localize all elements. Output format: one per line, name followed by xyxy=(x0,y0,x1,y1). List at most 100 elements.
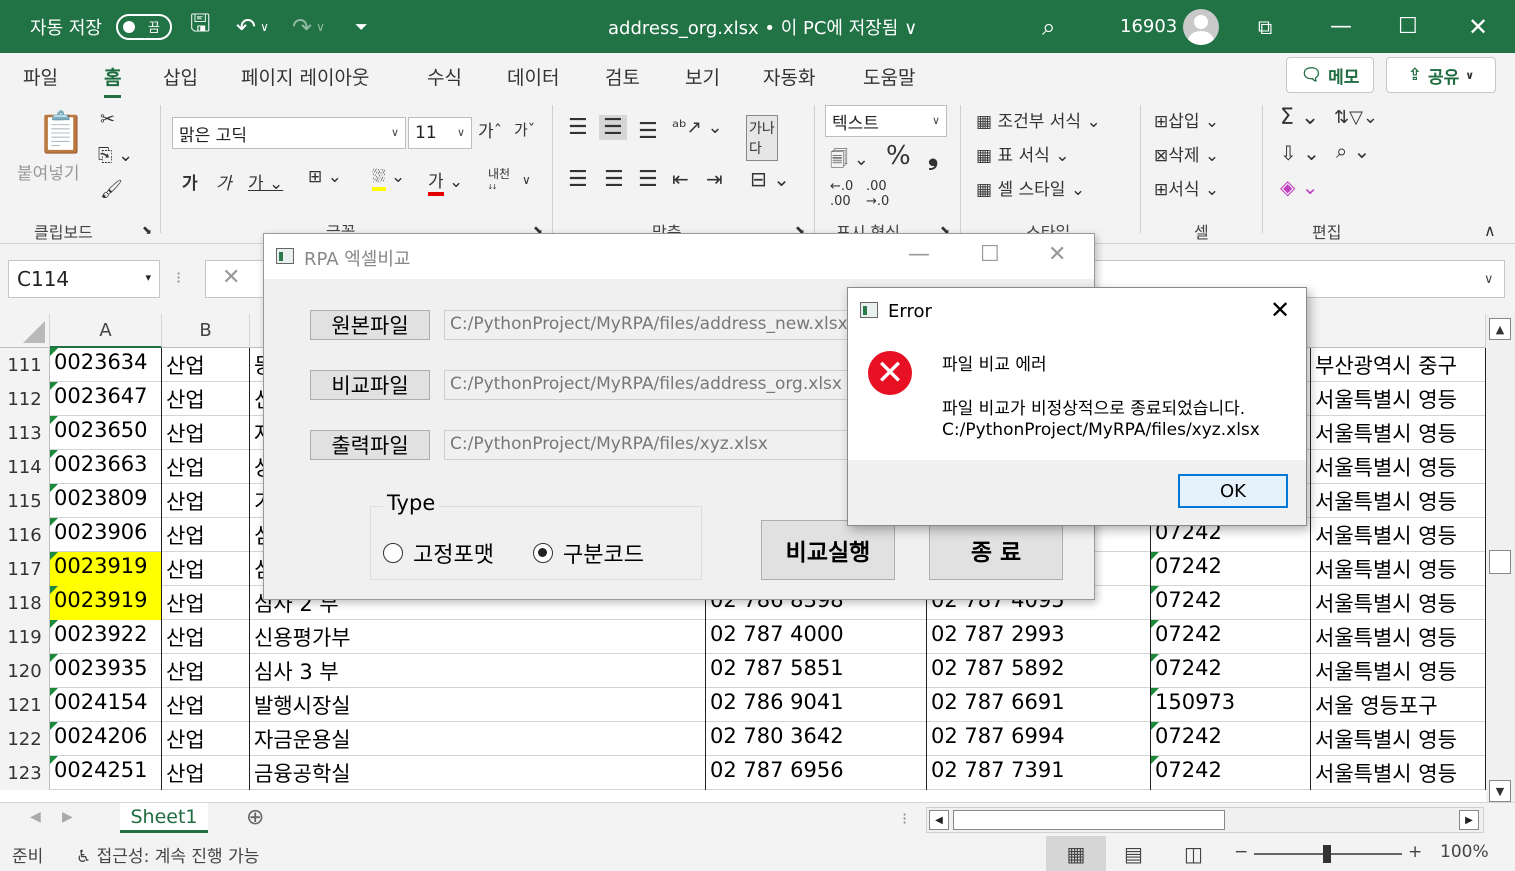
source-file-path[interactable]: C:/PythonProject/MyRPA/files/address_new… xyxy=(444,310,864,340)
cell-c[interactable]: 발행시장실 xyxy=(250,688,706,722)
cell-f[interactable]: 07242 xyxy=(1151,586,1311,620)
cell-f[interactable]: 07242 xyxy=(1151,552,1311,586)
phonetic-icon[interactable]: 내천 ꜜꜜ xyxy=(488,165,510,196)
radio-fixed-dot[interactable] xyxy=(383,543,403,563)
cell-b[interactable]: 산업 xyxy=(162,620,250,654)
minimize-icon[interactable]: — xyxy=(1330,0,1352,53)
cell-styles-button[interactable]: ▦ 셀 스타일 ⌄ xyxy=(976,175,1085,200)
insert-cells-button[interactable]: ⊞삽입 ⌄ xyxy=(1154,107,1219,132)
cell-e[interactable]: 02 787 6691 xyxy=(927,688,1151,722)
row-header[interactable]: 119 xyxy=(0,620,50,654)
cell-a[interactable]: 0023650 xyxy=(50,416,162,450)
cell-a[interactable]: 0023647 xyxy=(50,382,162,416)
name-box[interactable]: C114 ▾ xyxy=(8,260,160,298)
autosave[interactable]: 자동 저장 끔 xyxy=(30,0,172,53)
align-right-icon[interactable]: ☰ xyxy=(638,167,658,192)
orientation-icon[interactable]: ᵃᵇ↗ ⌄ xyxy=(672,117,723,138)
normal-view-icon[interactable]: ▦ xyxy=(1046,836,1106,871)
maximize-icon[interactable]: ☐ xyxy=(1398,0,1418,53)
cell-g[interactable]: 서울특별시 영등 xyxy=(1311,382,1486,416)
cell-c[interactable]: 자금운용실 xyxy=(250,722,706,756)
cell-d[interactable]: 02 787 5851 xyxy=(706,654,927,688)
cell-d[interactable]: 02 780 3642 xyxy=(706,722,927,756)
border-icon[interactable]: ⊞ ⌄ xyxy=(308,167,342,187)
row-header[interactable]: 111 xyxy=(0,348,50,382)
tab-insert[interactable]: 삽입 xyxy=(163,63,198,90)
format-as-table-button[interactable]: ▦ 표 서식 ⌄ xyxy=(976,141,1069,166)
find-select-icon[interactable]: ⌕ ⌄ xyxy=(1336,139,1370,163)
dialog-minimize-icon[interactable]: — xyxy=(908,242,930,267)
avatar[interactable] xyxy=(1183,8,1219,45)
expand-formula-icon[interactable]: ∨ xyxy=(1484,272,1494,287)
sort-filter-icon[interactable]: ⇅▽⌄ xyxy=(1334,107,1378,128)
cell-g[interactable]: 서울특별시 영등 xyxy=(1311,722,1486,756)
share-button[interactable]: ⇪ 공유 ∨ xyxy=(1386,57,1496,93)
window-title[interactable]: address_org.xlsx • 이 PC에 저장됨 ∨ xyxy=(608,0,917,53)
cell-e[interactable]: 02 787 5892 xyxy=(927,654,1151,688)
cell-b[interactable]: 산업 xyxy=(162,552,250,586)
sheet-tab-sheet1[interactable]: Sheet1 xyxy=(120,803,208,833)
scroll-right-icon[interactable]: ▶ xyxy=(1459,810,1479,830)
radio-fixed-format[interactable]: 고정포맷 xyxy=(383,537,494,569)
row-header[interactable]: 121 xyxy=(0,688,50,722)
ribbon-display-icon[interactable]: ⧉ xyxy=(1258,0,1272,53)
cell-g[interactable]: 서울특별시 영등 xyxy=(1311,484,1486,518)
tab-file[interactable]: 파일 xyxy=(23,63,58,90)
tab-formulas[interactable]: 수식 xyxy=(427,63,462,90)
row-header[interactable]: 114 xyxy=(0,450,50,484)
merge-center-icon[interactable]: ⊟ ⌄ xyxy=(750,167,790,191)
tab-automate[interactable]: 자동화 xyxy=(763,63,815,90)
collapse-ribbon-icon[interactable]: ∧ xyxy=(1484,221,1496,240)
cell-b[interactable]: 산업 xyxy=(162,484,250,518)
format-painter-icon[interactable]: 🖌 xyxy=(100,179,123,200)
add-sheet-icon[interactable]: ⊕ xyxy=(246,805,264,830)
memo-button[interactable]: 🗨 메모 xyxy=(1286,57,1374,93)
cell-a[interactable]: 0024251 xyxy=(50,756,162,790)
select-all-corner[interactable] xyxy=(0,314,50,348)
tab-view[interactable]: 보기 xyxy=(685,63,720,90)
cell-b[interactable]: 산업 xyxy=(162,586,250,620)
compare-file-button[interactable]: 비교파일 xyxy=(310,370,430,400)
cell-a[interactable]: 0024206 xyxy=(50,722,162,756)
quit-button[interactable]: 종 료 xyxy=(929,520,1063,580)
cell-a[interactable]: 0023922 xyxy=(50,620,162,654)
row-header[interactable]: 113 xyxy=(0,416,50,450)
cell-a[interactable]: 0023919 xyxy=(50,552,162,586)
cell-e[interactable]: 02 787 7391 xyxy=(927,756,1151,790)
cell-g[interactable]: 서울특별시 영등 xyxy=(1311,654,1486,688)
cell-d[interactable]: 02 786 9041 xyxy=(706,688,927,722)
cell-b[interactable]: 산업 xyxy=(162,382,250,416)
vertical-scrollbar[interactable]: ▲ ▼ xyxy=(1486,314,1515,802)
source-file-button[interactable]: 원본파일 xyxy=(310,310,430,340)
conditional-format-button[interactable]: ▦ 조건부 서식 ⌄ xyxy=(976,107,1101,132)
cell-a[interactable]: 0023663 xyxy=(50,450,162,484)
cell-b[interactable]: 산업 xyxy=(162,348,250,382)
percent-icon[interactable]: % xyxy=(886,141,911,171)
autosave-toggle[interactable]: 끔 xyxy=(115,13,172,40)
radio-code-dot[interactable] xyxy=(533,543,553,563)
cell-g[interactable]: 서울특별시 영등 xyxy=(1311,756,1486,790)
italic-icon[interactable]: 가 xyxy=(216,169,232,194)
scroll-left-icon[interactable]: ◀ xyxy=(929,810,949,830)
paste-icon[interactable]: 📋 xyxy=(36,109,86,156)
align-top-icon[interactable]: ☰ xyxy=(568,115,588,140)
cell-f[interactable]: 07242 xyxy=(1151,620,1311,654)
tab-page-layout[interactable]: 페이지 레이아웃 xyxy=(241,63,369,90)
cell-a[interactable]: 0023935 xyxy=(50,654,162,688)
align-left-icon[interactable]: ☰ xyxy=(568,167,588,192)
dialog-close-icon[interactable]: ✕ xyxy=(1048,242,1066,267)
decrease-indent-icon[interactable]: ⇤ xyxy=(672,167,689,191)
wrap-text-icon[interactable]: 가나 다 xyxy=(746,115,778,161)
underline-icon[interactable]: 가 ⌄ xyxy=(248,169,283,194)
row-header[interactable]: 123 xyxy=(0,756,50,790)
run-compare-button[interactable]: 비교실행 xyxy=(761,520,895,580)
scroll-thumb[interactable] xyxy=(1489,550,1511,574)
cell-g[interactable]: 서울특별시 영등 xyxy=(1311,518,1486,552)
row-header[interactable]: 115 xyxy=(0,484,50,518)
rpa-dialog-titlebar[interactable]: RPA 엑셀비교 — ☐ ✕ xyxy=(264,234,1094,279)
fill-color-icon[interactable]: ⛆ ⌄ xyxy=(372,167,405,191)
font-name-combo[interactable]: 맑은 고딕 ∨ xyxy=(172,117,406,149)
cell-d[interactable]: 02 787 6956 xyxy=(706,756,927,790)
shrink-font-icon[interactable]: 가ˇ xyxy=(514,119,535,140)
cell-c[interactable]: 금융공학실 xyxy=(250,756,706,790)
